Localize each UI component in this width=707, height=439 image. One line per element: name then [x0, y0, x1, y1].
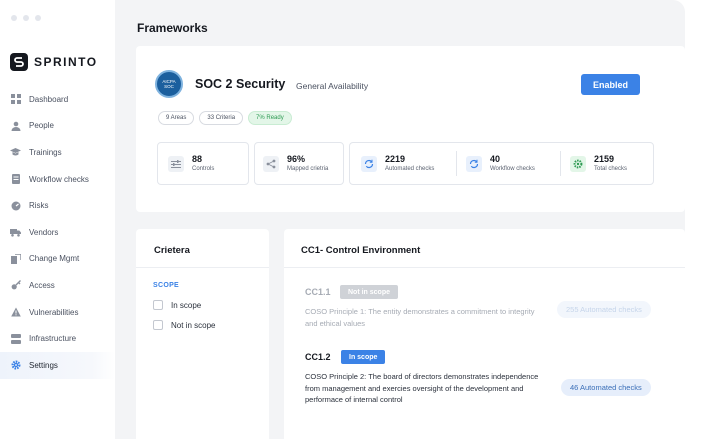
sidebar-item-label: Access	[29, 280, 55, 290]
framework-card: AICPA SOC SOC 2 Security General Availab…	[136, 46, 685, 212]
sync-icon	[466, 155, 482, 172]
automated-checks-pill[interactable]: 255 Automated checks	[557, 301, 651, 318]
page-title: Frameworks	[137, 21, 208, 35]
criteria-card: Crietera SCOPE In scope Not in scope	[136, 229, 269, 439]
sidebar-item-label: Workflow checks	[29, 174, 89, 184]
aicpa-soc-logo-icon: AICPA SOC	[155, 70, 183, 98]
window-dot[interactable]	[23, 15, 29, 21]
stat-label: Mapped crietria	[287, 166, 329, 172]
sidebar-item-change-mgmt[interactable]: Change Mgmt	[0, 246, 115, 273]
window-dot[interactable]	[11, 15, 17, 21]
stat-label: Total checks	[594, 166, 628, 172]
gear-icon	[570, 155, 586, 172]
sidebar-item-access[interactable]: Access	[0, 272, 115, 299]
stat-value: 96%	[287, 154, 306, 164]
control-description: COSO Principle 1: The entity demonstrate…	[305, 307, 535, 328]
brand-logo[interactable]: SPRINTO	[10, 53, 98, 71]
sidebar-item-trainings[interactable]: Trainings	[0, 139, 115, 166]
window-controls	[11, 15, 41, 21]
server-icon	[10, 333, 21, 344]
control-code: CC1.1	[305, 287, 331, 297]
divider	[560, 151, 561, 176]
scope-label: SCOPE	[153, 282, 180, 289]
main-content: Frameworks AICPA SOC SOC 2 Security Gene…	[115, 0, 685, 439]
divider	[284, 267, 685, 268]
key-icon	[10, 280, 21, 291]
stat-value: 88	[192, 154, 203, 164]
scope-badge: Not in scope	[340, 285, 399, 299]
sidebar-item-label: Infrastructure	[29, 334, 77, 344]
sidebar-item-risks[interactable]: Risks	[0, 192, 115, 219]
sidebar-nav: Dashboard People Trainings Workflow chec…	[0, 86, 115, 379]
checkbox[interactable]	[153, 320, 163, 330]
warning-icon	[10, 307, 21, 318]
sidebar-item-label: People	[29, 121, 54, 131]
sidebar-item-label: Trainings	[29, 147, 62, 157]
sidebar-item-label: Dashboard	[29, 94, 69, 104]
share-icon	[263, 155, 279, 172]
stat-label: Automated checks	[385, 166, 435, 172]
enabled-button[interactable]: Enabled	[581, 74, 640, 95]
sliders-icon	[168, 155, 184, 172]
framework-name: SOC 2 Security	[195, 77, 286, 91]
checkbox-label: In scope	[171, 300, 202, 310]
graduation-cap-icon	[10, 147, 21, 158]
scope-badge: In scope	[341, 350, 386, 364]
ready-tag: 7% Ready	[248, 111, 292, 125]
change-icon	[10, 253, 21, 264]
brand-name: SPRINTO	[34, 55, 98, 69]
control-description: COSO Principle 2: The board of directors…	[305, 372, 539, 404]
filter-in-scope[interactable]: In scope	[153, 300, 201, 310]
control-environment-card: CC1- Control Environment CC1.1 Not in sc…	[284, 229, 685, 439]
stat-mapped-criteria[interactable]: 96% Mapped crietria	[254, 142, 344, 185]
sprinto-logo-icon	[10, 53, 28, 71]
control-code: CC1.2	[305, 352, 331, 362]
checkbox-label: Not in scope	[171, 320, 216, 330]
sidebar: SPRINTO Dashboard People Trainings Workf…	[0, 0, 115, 439]
gear-icon	[10, 360, 21, 371]
stat-label: Controls	[192, 166, 215, 172]
divider	[456, 151, 457, 176]
criteria-tag: 33 Criteria	[199, 111, 244, 125]
sidebar-item-people[interactable]: People	[0, 113, 115, 140]
section-title: CC1- Control Environment	[301, 245, 421, 256]
sidebar-item-workflow-checks[interactable]: Workflow checks	[0, 166, 115, 193]
window-dot[interactable]	[35, 15, 41, 21]
criteria-title: Crietera	[154, 245, 190, 256]
stat-workflow-checks[interactable]: 40 Workflow checks	[466, 143, 535, 184]
stat-value: 2159	[594, 154, 615, 164]
sidebar-item-label: Change Mgmt	[29, 254, 80, 264]
checklist-icon	[10, 174, 21, 185]
gauge-icon	[10, 200, 21, 211]
sidebar-item-infrastructure[interactable]: Infrastructure	[0, 325, 115, 352]
automated-checks-pill[interactable]: 46 Automated checks	[561, 379, 651, 396]
sync-icon	[361, 155, 377, 172]
sidebar-item-label: Risks	[29, 201, 49, 211]
filter-not-in-scope[interactable]: Not in scope	[153, 320, 215, 330]
sidebar-item-dashboard[interactable]: Dashboard	[0, 86, 115, 113]
sidebar-item-settings[interactable]: Settings	[0, 351, 115, 379]
sidebar-item-vendors[interactable]: Vendors	[0, 219, 115, 246]
stat-checks-group: 2219 Automated checks 40 Workflow checks…	[349, 142, 654, 185]
sidebar-item-label: Vendors	[29, 227, 59, 237]
person-icon	[10, 120, 21, 131]
checkbox[interactable]	[153, 300, 163, 310]
stat-total-checks[interactable]: 2159 Total checks	[570, 143, 627, 184]
sidebar-item-vulnerabilities[interactable]: Vulnerabilities	[0, 299, 115, 326]
framework-tags: 9 Areas 33 Criteria 7% Ready	[158, 111, 292, 125]
sidebar-item-label: Vulnerabilities	[29, 307, 79, 317]
framework-status: General Availability	[296, 81, 369, 91]
stat-value: 40	[490, 154, 501, 164]
stat-automated-checks[interactable]: 2219 Automated checks	[361, 143, 434, 184]
divider	[136, 267, 269, 268]
sidebar-item-label: Settings	[29, 360, 58, 370]
truck-icon	[10, 227, 21, 238]
stat-label: Workflow checks	[490, 166, 535, 172]
areas-tag: 9 Areas	[158, 111, 195, 125]
dashboard-icon	[10, 94, 21, 105]
stat-value: 2219	[385, 154, 406, 164]
logo-text: SOC	[164, 84, 174, 89]
stat-controls[interactable]: 88 Controls	[157, 142, 249, 185]
